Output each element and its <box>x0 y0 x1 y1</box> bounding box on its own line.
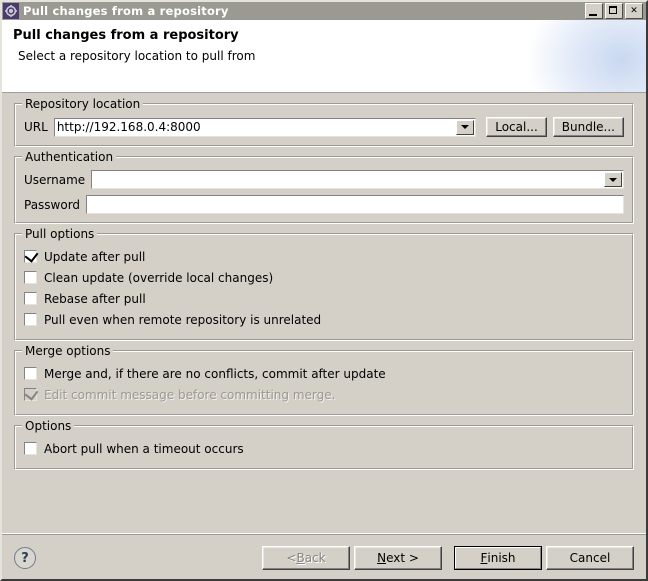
next-button[interactable]: Next > <box>354 546 442 570</box>
repository-location-group: Repository location URL Local... Bundle.… <box>14 97 634 147</box>
maximize-button[interactable] <box>605 3 623 19</box>
pull-options-legend: Pull options <box>22 227 98 241</box>
next-mnemonic: N <box>377 551 387 565</box>
checkbox-label: Edit commit message before committing me… <box>44 387 336 402</box>
options-group: Options Abort pull when a timeout occurs <box>14 419 634 470</box>
back-button[interactable]: < Back <box>262 546 350 570</box>
checkbox-label: Abort pull when a timeout occurs <box>44 441 244 456</box>
merge-options-group: Merge options Merge and, if there are no… <box>14 344 634 416</box>
next-rest: ext > <box>386 551 419 565</box>
dialog-body: Repository location URL Local... Bundle.… <box>2 93 646 533</box>
merge-options-legend: Merge options <box>22 344 114 358</box>
chevron-down-icon[interactable] <box>604 172 622 187</box>
checkbox-icon[interactable] <box>24 313 37 326</box>
close-icon: ✕ <box>630 5 638 16</box>
window-controls: ✕ <box>585 3 643 19</box>
back-mnemonic: B <box>296 551 305 565</box>
checkbox-label: Clean update (override local changes) <box>44 270 274 285</box>
help-icon[interactable]: ? <box>14 547 36 569</box>
dialog-window: Pull changes from a repository ✕ Pull ch… <box>0 0 648 581</box>
back-rest: ack <box>304 551 326 565</box>
checkbox-rebase-after-pull[interactable]: Rebase after pull <box>24 289 624 308</box>
checkbox-icon[interactable] <box>24 367 37 380</box>
pull-options-group: Pull options Update after pull Clean upd… <box>14 227 634 341</box>
finish-rest: inish <box>487 551 516 565</box>
checkbox-label: Rebase after pull <box>44 291 146 306</box>
checkbox-icon[interactable] <box>24 292 37 305</box>
checkbox-pull-unrelated[interactable]: Pull even when remote repository is unre… <box>24 310 624 329</box>
close-button[interactable]: ✕ <box>625 3 643 19</box>
password-field[interactable] <box>86 195 624 214</box>
wizard-buttons: < Back Next > Finish Cancel <box>262 546 634 570</box>
username-input[interactable] <box>92 171 604 188</box>
window-title: Pull changes from a repository <box>23 4 229 18</box>
minimize-button[interactable] <box>585 3 603 19</box>
checkbox-edit-commit-message: Edit commit message before committing me… <box>24 385 624 404</box>
repository-location-legend: Repository location <box>22 97 144 111</box>
chevron-down-icon[interactable] <box>456 119 475 135</box>
checkbox-icon[interactable] <box>24 442 37 455</box>
checkbox-label: Merge and, if there are no conflicts, co… <box>44 366 386 381</box>
url-input[interactable] <box>54 118 457 136</box>
checkbox-icon[interactable] <box>24 271 37 284</box>
password-input[interactable] <box>87 196 623 213</box>
url-combo[interactable] <box>53 117 477 137</box>
wizard-header: Pull changes from a repository Select a … <box>2 20 646 93</box>
dialog-footer: ? < Back Next > Finish Cancel <box>2 533 646 579</box>
checkbox-icon[interactable] <box>24 248 39 263</box>
checkbox-icon <box>24 386 39 401</box>
bundle-button[interactable]: Bundle... <box>552 117 624 137</box>
checkbox-label: Pull even when remote repository is unre… <box>44 312 322 327</box>
password-label: Password <box>24 197 81 212</box>
finish-mnemonic: F <box>480 551 488 565</box>
local-button[interactable]: Local... <box>486 117 547 137</box>
url-label: URL <box>24 120 48 134</box>
header-gradient-decoration <box>526 20 646 92</box>
checkbox-abort-on-timeout[interactable]: Abort pull when a timeout occurs <box>24 439 624 458</box>
authentication-legend: Authentication <box>22 150 117 164</box>
username-combo[interactable] <box>91 170 624 189</box>
checkbox-update-after-pull[interactable]: Update after pull <box>24 247 624 266</box>
checkbox-merge-and-commit[interactable]: Merge and, if there are no conflicts, co… <box>24 364 624 383</box>
checkbox-label: Update after pull <box>44 249 146 264</box>
username-label: Username <box>24 172 86 187</box>
cancel-button[interactable]: Cancel <box>546 546 634 570</box>
title-bar: Pull changes from a repository ✕ <box>2 2 646 20</box>
options-legend: Options <box>22 419 75 433</box>
checkbox-clean-update[interactable]: Clean update (override local changes) <box>24 268 624 287</box>
finish-button[interactable]: Finish <box>454 546 542 570</box>
page-subtitle: Select a repository location to pull fro… <box>18 49 256 63</box>
page-title: Pull changes from a repository <box>13 28 239 43</box>
authentication-group: Authentication Username Password <box>14 150 634 224</box>
gear-icon <box>3 3 19 19</box>
back-prefix: < <box>286 551 297 565</box>
